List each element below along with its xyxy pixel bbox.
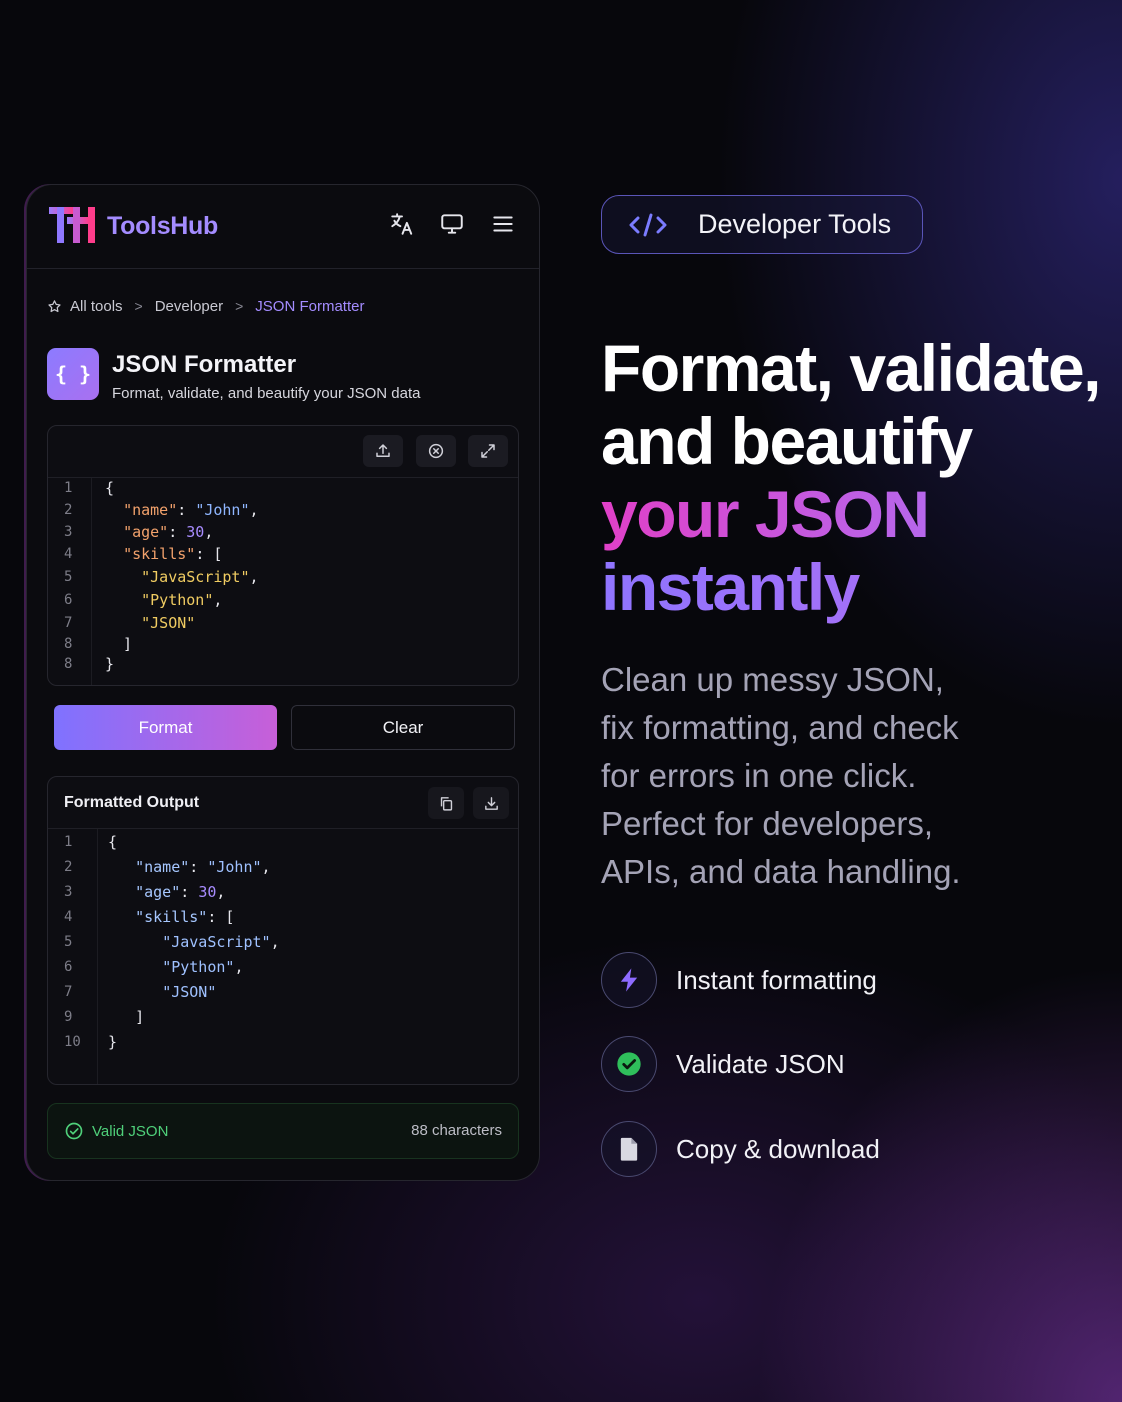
- check-circle-outline-icon: [65, 1122, 83, 1140]
- breadcrumb: All tools > Developer > JSON Formatter: [47, 295, 364, 317]
- code-text: {: [105, 479, 115, 497]
- line-number: 2: [64, 502, 73, 518]
- line-number: 9: [64, 1009, 73, 1025]
- clear-input-button[interactable]: [416, 435, 456, 467]
- validation-status-bar: Valid JSON 88 characters: [47, 1103, 519, 1159]
- line-number: 1: [64, 480, 73, 496]
- json-input-editor[interactable]: 1 2 3 4 5 6 7 8 8 { "name": "John", "age…: [47, 425, 519, 686]
- output-line: "JSON": [162, 983, 217, 1001]
- check-circle-icon: [601, 1036, 657, 1092]
- app-header: ToolsHub: [27, 185, 539, 269]
- valid-label: Valid JSON: [92, 1122, 169, 1140]
- feature-label: Instant formatting: [676, 965, 877, 995]
- expand-icon: [481, 444, 495, 458]
- translate-icon[interactable]: [389, 211, 415, 237]
- breadcrumb-current: JSON Formatter: [255, 297, 365, 315]
- output-line: "name": "John",: [135, 858, 271, 876]
- clear-button[interactable]: Clear: [291, 705, 515, 750]
- star-icon: [48, 299, 61, 312]
- line-number: 7: [64, 615, 73, 631]
- download-icon: [484, 796, 498, 810]
- feature-item: Copy & download: [601, 1121, 1021, 1179]
- feature-label: Validate JSON: [676, 1049, 845, 1079]
- category-label: Developer Tools: [698, 209, 892, 239]
- output-line: ]: [108, 1008, 145, 1026]
- line-number: 3: [64, 884, 73, 900]
- format-button[interactable]: Format: [54, 705, 277, 750]
- output-line: "JavaScript",: [162, 933, 280, 951]
- breadcrumb-separator: >: [134, 298, 143, 314]
- category-pill: Developer Tools: [601, 195, 923, 254]
- feature-label: Copy & download: [676, 1134, 880, 1164]
- breadcrumb-developer[interactable]: Developer: [155, 298, 223, 315]
- breadcrumb-all-tools[interactable]: All tools: [70, 298, 123, 315]
- upload-button[interactable]: [363, 435, 403, 467]
- feature-item: Instant formatting: [601, 952, 1021, 1010]
- line-number: 8: [64, 656, 73, 672]
- line-number: 2: [64, 859, 73, 875]
- output-title: Formatted Output: [64, 794, 200, 811]
- file-icon: [601, 1121, 657, 1177]
- description-line: APIs, and data handling.: [601, 853, 961, 890]
- copy-icon: [440, 796, 452, 811]
- output-line: }: [108, 1033, 118, 1051]
- breadcrumb-separator: >: [235, 298, 244, 314]
- code-line: {: [105, 479, 114, 497]
- description-line: for errors in one click.: [601, 757, 917, 794]
- output-header: Formatted Output: [48, 777, 518, 829]
- character-count: 88 characters: [411, 1122, 502, 1139]
- brand-logo-icon[interactable]: [49, 207, 97, 243]
- brand-name[interactable]: ToolsHub: [107, 212, 218, 241]
- lightning-icon: [601, 952, 657, 1008]
- line-number: 7: [64, 984, 73, 1000]
- menu-icon[interactable]: [490, 211, 516, 237]
- code-line: ]: [105, 635, 133, 653]
- feature-item: Validate JSON: [601, 1036, 1021, 1094]
- page-title: JSON Formatter: [112, 351, 297, 378]
- output-line: "skills": [: [135, 908, 235, 926]
- line-number: 10: [64, 1034, 81, 1050]
- upload-icon: [376, 444, 390, 457]
- line-number: 5: [64, 934, 73, 950]
- line-number: 6: [64, 959, 73, 975]
- copy-button[interactable]: [428, 787, 464, 819]
- code-line: "JavaScript",: [141, 568, 259, 586]
- headline: Format, validate, and beautify your JSON…: [601, 331, 1102, 624]
- monitor-icon[interactable]: [439, 211, 465, 237]
- line-number: 6: [64, 592, 73, 608]
- code-line: "JSON": [141, 614, 196, 632]
- output-line: "age": 30,: [135, 883, 226, 901]
- description-line: Perfect for developers,: [601, 805, 933, 842]
- json-braces-icon: { }: [47, 348, 99, 400]
- line-number: 1: [64, 834, 73, 850]
- output-line: {: [108, 833, 118, 851]
- output-line: "Python",: [162, 958, 244, 976]
- line-number: 4: [64, 546, 73, 562]
- line-number: 5: [64, 569, 73, 585]
- headline-line: Format, validate,: [601, 331, 1102, 405]
- description-line: fix formatting, and check: [601, 709, 959, 746]
- line-number: 8: [64, 636, 73, 652]
- code-line: "skills": [: [123, 545, 223, 563]
- editor-toolbar: [48, 426, 518, 478]
- code-line: "age": 30,: [123, 523, 214, 541]
- code-line: "Python",: [141, 591, 223, 609]
- line-number: 4: [64, 909, 73, 925]
- description-line: Clean up messy JSON,: [601, 661, 944, 698]
- page-subtitle: Format, validate, and beautify your JSON…: [112, 385, 421, 402]
- headline-line-gradient: your JSON: [601, 478, 1101, 551]
- headline-line: and beautify: [601, 404, 973, 478]
- formatted-output-panel: Formatted Output 1 2 3 4 5 6 7 9 10 { "n…: [47, 776, 519, 1085]
- app-window: ToolsHub All tools > Developer > JSON Fo…: [26, 184, 540, 1181]
- line-number: 3: [64, 524, 73, 540]
- code-line: }: [105, 655, 115, 673]
- headline-line-gradient: instantly: [601, 551, 1101, 624]
- code-line: "name": "John",: [123, 501, 259, 519]
- expand-button[interactable]: [468, 435, 508, 467]
- valid-status: Valid JSON: [64, 1121, 168, 1141]
- code-icon: [629, 213, 667, 237]
- clear-circle-icon: [428, 443, 444, 459]
- download-button[interactable]: [473, 787, 509, 819]
- description: Clean up messy JSON, fix formatting, and…: [601, 656, 1021, 896]
